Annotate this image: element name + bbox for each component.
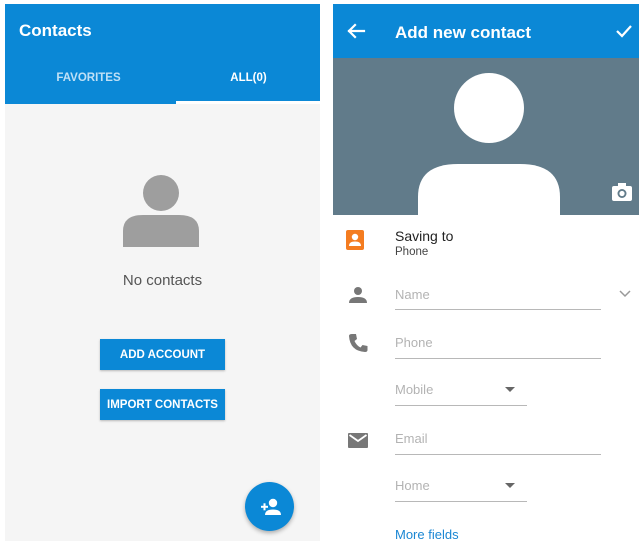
phone-field[interactable]: Phone [395,335,433,350]
dropdown-arrow-icon[interactable] [505,483,515,489]
add-contact-fab[interactable] [245,482,294,531]
contact-photo-area[interactable] [333,58,639,215]
email-type-select[interactable]: Home [395,478,430,493]
contacts-app-bar: Contacts FAVORITES ALL(0) [5,4,320,104]
saving-to-value[interactable]: Phone [395,246,428,258]
email-field[interactable]: Email [395,431,428,446]
add-person-icon [260,498,281,515]
check-icon[interactable] [613,20,635,42]
saving-account-icon [346,230,364,250]
more-fields-link[interactable]: More fields [395,527,459,541]
email-icon [348,433,368,448]
name-field-underline [395,309,601,310]
contacts-title: Contacts [19,21,92,40]
add-account-button[interactable]: ADD ACCOUNT [100,339,225,370]
empty-contacts-person-icon [123,175,199,247]
chevron-down-icon[interactable] [619,290,631,298]
empty-contacts-message: No contacts [122,272,203,289]
tab-all[interactable]: ALL(0) [170,72,320,84]
add-contact-app-bar: Add new contact [333,4,639,58]
arrow-back-icon[interactable] [345,20,367,42]
email-type-underline [395,501,527,502]
add-contact-title: Add new contact [395,23,532,42]
name-field[interactable]: Name [395,287,430,302]
email-field-underline [395,454,601,455]
phone-type-select[interactable]: Mobile [395,382,433,397]
tab-indicator [176,101,320,104]
import-contacts-button[interactable]: IMPORT CONTACTS [100,389,225,420]
add-contact-screen: Add new contact Saving to Phone Name Pho… [333,4,639,541]
phone-type-underline [395,405,527,406]
phone-field-underline [395,358,601,359]
saving-to-label: Saving to [395,228,454,244]
person-icon [349,287,367,303]
phone-icon [349,334,368,352]
contacts-screen: Contacts FAVORITES ALL(0) No contacts AD… [5,4,320,541]
camera-icon[interactable] [611,182,633,202]
tab-favorites[interactable]: FAVORITES [10,72,167,84]
dropdown-arrow-icon[interactable] [505,387,515,393]
contact-photo-placeholder-icon [418,73,560,215]
